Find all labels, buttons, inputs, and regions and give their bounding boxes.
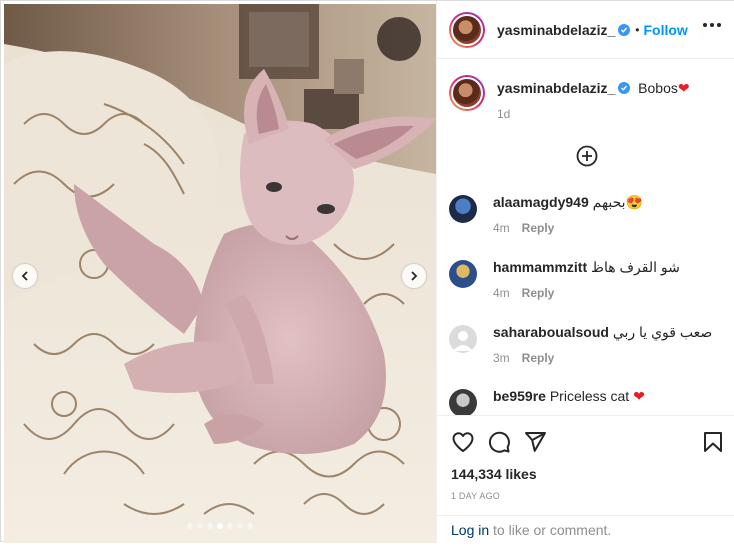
author-avatar[interactable] (449, 11, 485, 48)
reply-button[interactable]: Reply (522, 286, 555, 300)
more-options-icon[interactable] (703, 23, 721, 27)
reply-button[interactable]: Reply (522, 351, 555, 365)
carousel-dot (247, 523, 253, 529)
comment-text: Priceless cat (549, 388, 630, 404)
post-dialog: yasminabdelaziz_ • Follow yasminabdelazi… (0, 0, 734, 543)
post-header: yasminabdelaziz_ • Follow (437, 1, 734, 59)
share-icon[interactable] (523, 430, 547, 454)
plus-circle-icon[interactable] (576, 145, 598, 167)
login-link[interactable]: Log in (451, 522, 489, 538)
comment-time: 3m (493, 351, 510, 365)
comment-username[interactable]: be959re (493, 388, 546, 404)
post-side-panel: yasminabdelaziz_ • Follow yasminabdelazi… (436, 1, 734, 543)
verified-badge-icon (618, 82, 631, 94)
comment-item: be959re Priceless cat ❤ (449, 387, 645, 415)
caption-time: 1d (497, 107, 511, 121)
heart-emoji: ❤ (677, 80, 690, 96)
caption-text: Bobos (638, 80, 678, 96)
comment-text: بحبهم (592, 194, 626, 210)
comment-item: alaamagdy949 بحبهم😍 4m Reply (449, 193, 643, 235)
comment-username[interactable]: saharaboualsoud (493, 324, 609, 340)
post-date: 1 DAY AGO (451, 491, 500, 501)
comment-avatar[interactable] (449, 325, 477, 353)
previous-photo-button[interactable] (13, 264, 37, 288)
comment-time: 4m (493, 221, 510, 235)
post-actions: 144,334 likes 1 DAY AGO (437, 415, 734, 515)
chevron-right-icon (411, 271, 418, 281)
login-prompt-text: to like or comment. (489, 522, 612, 538)
follow-button[interactable]: Follow (643, 22, 687, 38)
comment-avatar[interactable] (449, 389, 477, 415)
comment-emoji: ❤ (633, 388, 645, 404)
post-photo (4, 4, 436, 543)
comment-text: شو القرف هاظ (591, 259, 680, 275)
verified-badge-icon (618, 23, 631, 36)
caption-avatar[interactable] (449, 75, 485, 111)
comment-username[interactable]: alaamagdy949 (493, 194, 589, 210)
comment-time: 4m (493, 286, 510, 300)
separator-dot: • (635, 22, 640, 37)
carousel-dot (237, 523, 243, 529)
caption-username[interactable]: yasminabdelaziz_ (497, 80, 615, 96)
comment-icon[interactable] (487, 430, 511, 454)
comment-item: hammammzitt شو القرف هاظ 4m Reply (449, 258, 680, 300)
heart-icon[interactable] (451, 430, 475, 454)
bookmark-icon[interactable] (701, 430, 725, 454)
carousel-dot-active (217, 523, 223, 529)
comment-avatar[interactable] (449, 260, 477, 288)
carousel-indicator (4, 523, 436, 529)
carousel-dot (187, 523, 193, 529)
next-photo-button[interactable] (402, 264, 426, 288)
comment-text: صعب قوي يا ربي (612, 324, 713, 340)
caption: yasminabdelaziz_ Bobos❤ 1d (449, 75, 690, 121)
hairless-cat-photo (4, 4, 436, 543)
carousel-dot (227, 523, 233, 529)
author-username[interactable]: yasminabdelaziz_ (497, 22, 615, 38)
comment-avatar[interactable] (449, 195, 477, 223)
comment-emoji: 😍 (625, 194, 643, 210)
carousel-dot (207, 523, 213, 529)
reply-button[interactable]: Reply (522, 221, 555, 235)
comment-username[interactable]: hammammzitt (493, 259, 587, 275)
default-user-icon (453, 331, 473, 351)
login-prompt: Log in to like or comment. (437, 515, 734, 543)
comments-list[interactable]: yasminabdelaziz_ Bobos❤ 1d alaamagdy949 … (437, 59, 734, 415)
comment-item: saharaboualsoud صعب قوي يا ربي 3m Reply (449, 323, 712, 365)
likes-count[interactable]: 144,334 likes (451, 466, 537, 482)
chevron-left-icon (21, 271, 28, 281)
carousel-dot (197, 523, 203, 529)
